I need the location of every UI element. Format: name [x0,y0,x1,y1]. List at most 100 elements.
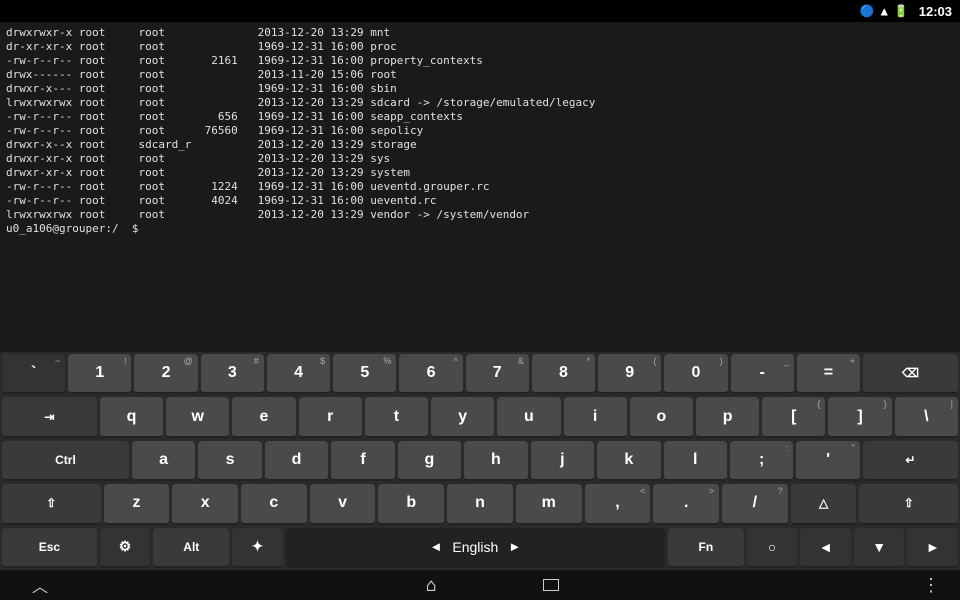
key-lbracket[interactable]: {[ [762,397,825,437]
key-7[interactable]: &7 [466,354,529,394]
key-t[interactable]: t [365,397,428,437]
key-l[interactable]: l [664,441,727,481]
terminal: drwxrwxr-x root root 2013-12-20 13:29 mn… [0,22,960,352]
key-logo[interactable]: ✦ [232,528,283,568]
key-backspace[interactable]: ⌫ [863,354,958,394]
key-u[interactable]: u [497,397,560,437]
key-tilde[interactable]: ~` [2,354,65,394]
nav-back-button[interactable]: ︿ [20,573,60,597]
key-esc[interactable]: Esc [2,528,97,568]
key-semicolon[interactable]: :; [730,441,793,481]
key-6[interactable]: ^6 [399,354,462,394]
key-m[interactable]: m [516,484,582,524]
key-e[interactable]: e [232,397,295,437]
keyboard-row-numbers: ~` !1 @2 #3 $4 %5 ^6 &7 *8 (9 )0 _- += ⌫ [2,354,958,394]
key-g[interactable]: g [398,441,461,481]
term-line: drwxr-x--x root sdcard_r 2013-12-20 13:2… [6,138,954,152]
key-space[interactable]: ◄ English ► [286,528,665,568]
key-quote[interactable]: "' [796,441,859,481]
key-z[interactable]: z [104,484,170,524]
key-1[interactable]: !1 [68,354,131,394]
key-2[interactable]: @2 [134,354,197,394]
lang-right-icon[interactable]: ► [508,539,521,554]
key-nav-forward[interactable]: ► [907,528,958,568]
key-shift-right[interactable]: ⇧ [859,484,958,524]
key-enter[interactable]: ↵ [863,441,958,481]
recent-icon [543,579,559,591]
nav-back-chevron-icon: ︿ [32,573,48,597]
term-line: lrwxrwxrwx root root 2013-12-20 13:29 sd… [6,96,954,110]
status-icons: 🔵 ▲ 🔋 12:03 [860,4,952,19]
term-line: -rw-r--r-- root root 2161 1969-12-31 16:… [6,54,954,68]
nav-down-icon: ▼ [872,539,886,555]
nav-forward-icon: ► [926,539,940,555]
key-r[interactable]: r [299,397,362,437]
key-period[interactable]: >. [653,484,719,524]
term-line: drwxr-x--- root root 1969-12-31 16:00 sb… [6,82,954,96]
settings-icon: ⚙ [119,538,132,555]
term-line: drwxr-xr-x root root 2013-12-20 13:29 sy… [6,152,954,166]
wifi-icon: ▲ [881,4,888,18]
key-fn[interactable]: Fn [668,528,744,568]
key-f[interactable]: f [331,441,394,481]
status-bar: 🔵 ▲ 🔋 12:03 [0,0,960,22]
language-label: English [452,539,498,555]
key-3[interactable]: #3 [201,354,264,394]
lang-left-icon[interactable]: ◄ [430,539,443,554]
nav-home-button[interactable]: ⌂ [411,573,451,597]
key-i[interactable]: i [564,397,627,437]
key-ctrl[interactable]: Ctrl [2,441,129,481]
key-c[interactable]: c [241,484,307,524]
key-circle[interactable]: ○ [747,528,798,568]
key-j[interactable]: j [531,441,594,481]
key-a[interactable]: a [132,441,195,481]
nav-back-icon: ◄ [819,539,833,555]
key-nav-back[interactable]: ◄ [800,528,851,568]
key-x[interactable]: x [172,484,238,524]
key-v[interactable]: v [310,484,376,524]
bluetooth-icon: 🔵 [860,4,875,18]
battery-icon: 🔋 [894,4,909,18]
nav-recent-button[interactable] [531,573,571,597]
key-alt[interactable]: Alt [153,528,229,568]
term-line: drwxrwxr-x root root 2013-12-20 13:29 mn… [6,26,954,40]
keyboard-row-asdf: Ctrl a s d f g h j k l :; "' ↵ [2,441,958,481]
key-o[interactable]: o [630,397,693,437]
key-p[interactable]: p [696,397,759,437]
key-4[interactable]: $4 [267,354,330,394]
key-minus[interactable]: _- [731,354,794,394]
key-5[interactable]: %5 [333,354,396,394]
key-9[interactable]: (9 [598,354,661,394]
key-b[interactable]: b [378,484,444,524]
term-line: dr-xr-xr-x root root 1969-12-31 16:00 pr… [6,40,954,54]
term-line: -rw-r--r-- root root 1224 1969-12-31 16:… [6,180,954,194]
key-h[interactable]: h [464,441,527,481]
keyboard-row-qwerty: ⇥ q w e r t y u i o p {[ }] |\ [2,397,958,437]
key-tab[interactable]: ⇥ [2,397,97,437]
key-comma[interactable]: <, [585,484,651,524]
key-shift-left[interactable]: ⇧ [2,484,101,524]
keyboard-row-bottom: Esc ⚙ Alt ✦ ◄ English ► Fn ○ ◄ ▼ [2,528,958,568]
key-slash[interactable]: ?/ [722,484,788,524]
term-line: drwxr-xr-x root root 2013-12-20 13:29 sy… [6,166,954,180]
term-line: -rw-r--r-- root root 656 1969-12-31 16:0… [6,110,954,124]
key-n[interactable]: n [447,484,513,524]
key-8[interactable]: *8 [532,354,595,394]
key-arrow-up[interactable]: △ [791,484,857,524]
key-w[interactable]: w [166,397,229,437]
logo-icon: ✦ [252,538,264,555]
key-y[interactable]: y [431,397,494,437]
key-k[interactable]: k [597,441,660,481]
key-q[interactable]: q [100,397,163,437]
term-line: -rw-r--r-- root root 76560 1969-12-31 16… [6,124,954,138]
key-0[interactable]: )0 [664,354,727,394]
key-s[interactable]: s [198,441,261,481]
key-nav-down[interactable]: ▼ [854,528,905,568]
key-settings[interactable]: ⚙ [100,528,151,568]
key-rbracket[interactable]: }] [828,397,891,437]
key-d[interactable]: d [265,441,328,481]
key-equals[interactable]: += [797,354,860,394]
nav-menu-button[interactable]: ⋮ [922,575,940,596]
term-line: drwx------ root root 2013-11-20 15:06 ro… [6,68,954,82]
key-backslash[interactable]: |\ [895,397,958,437]
